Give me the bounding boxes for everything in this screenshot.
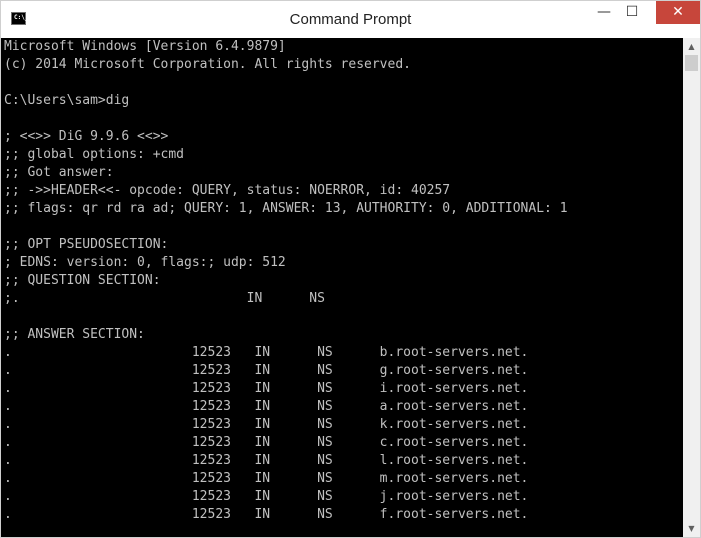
vertical-scrollbar[interactable]: ▲ ▼ — [683, 38, 700, 537]
console-output: Microsoft Windows [Version 6.4.9879] (c)… — [4, 39, 568, 522]
scrollbar-thumb[interactable] — [685, 55, 698, 71]
close-button[interactable]: ✕ — [656, 1, 700, 24]
console-area[interactable]: Microsoft Windows [Version 6.4.9879] (c)… — [1, 38, 683, 537]
minimize-button[interactable]: — — [590, 1, 618, 24]
scroll-down-arrow-icon[interactable]: ▼ — [683, 520, 700, 537]
maximize-button[interactable]: ☐ — [618, 1, 646, 24]
command-prompt-window: C:\_ Command Prompt — ☐ ✕ Microsoft Wind… — [0, 0, 701, 538]
title-bar[interactable]: C:\_ Command Prompt — ☐ ✕ — [1, 1, 700, 38]
scroll-up-arrow-icon[interactable]: ▲ — [683, 38, 700, 55]
